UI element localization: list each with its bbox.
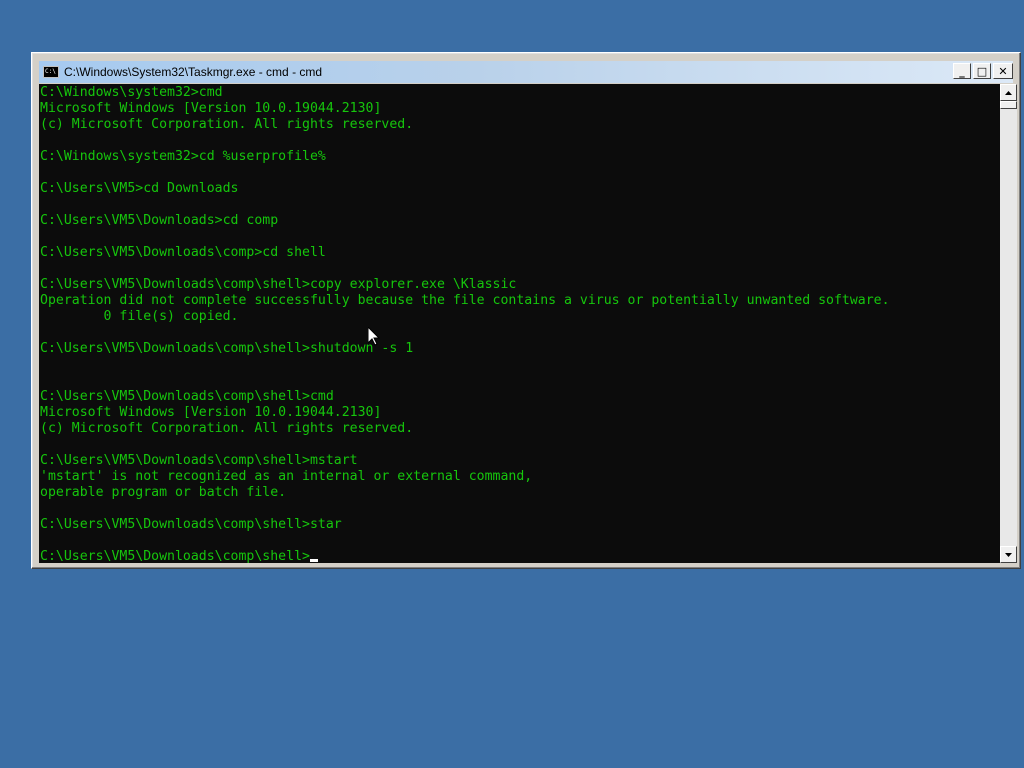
console-line: C:\Users\VM5\Downloads>cd comp [40, 213, 279, 228]
console-line: 'mstart' is not recognized as an interna… [40, 469, 533, 484]
console-line: C:\Users\VM5\Downloads\comp\shell>shutdo… [40, 341, 414, 356]
console-line: C:\Users\VM5>cd Downloads [40, 181, 239, 196]
title-bar[interactable]: C:\ C:\Windows\System32\Taskmgr.exe - cm… [39, 61, 1013, 83]
console-prompt: C:\Users\VM5\Downloads\comp\shell> [40, 549, 310, 563]
console-line: C:\Windows\system32>cmd [40, 85, 223, 100]
console-line: C:\Users\VM5\Downloads\comp\shell>cmd [40, 389, 334, 404]
scroll-down-arrow-icon [1005, 552, 1012, 557]
maximize-icon: □ [976, 64, 988, 78]
console-line: Operation did not complete successfully … [40, 293, 890, 308]
console-line: C:\Users\VM5\Downloads\comp\shell>star [40, 517, 342, 532]
console-line: C:\Users\VM5\Downloads\comp\shell>mstart [40, 453, 358, 468]
cmd-icon: C:\ [43, 66, 59, 78]
scroll-up-arrow-icon [1005, 90, 1012, 95]
console-line: (c) Microsoft Corporation. All rights re… [40, 421, 414, 436]
close-icon: ✕ [998, 64, 1008, 78]
console-output[interactable]: C:\Windows\system32>cmd Microsoft Window… [39, 84, 1000, 563]
console-window[interactable]: C:\ C:\Windows\System32\Taskmgr.exe - cm… [31, 52, 1021, 569]
scroll-thumb[interactable] [1000, 101, 1017, 109]
console-line: C:\Users\VM5\Downloads\comp\shell>copy e… [40, 277, 517, 292]
minimize-button[interactable]: _ [953, 63, 971, 79]
scroll-down-button[interactable] [1000, 546, 1017, 563]
console-line: Microsoft Windows [Version 10.0.19044.21… [40, 405, 382, 420]
window-title: C:\Windows\System32\Taskmgr.exe - cmd - … [64, 65, 323, 79]
minimize-icon: _ [959, 64, 965, 78]
console-line: Microsoft Windows [Version 10.0.19044.21… [40, 101, 382, 116]
scroll-up-button[interactable] [1000, 84, 1017, 101]
mouse-pointer-icon [368, 327, 380, 346]
console-text: C:\Windows\system32>cmd Microsoft Window… [39, 84, 1000, 563]
console-history: C:\Windows\system32>cmd Microsoft Window… [40, 85, 890, 532]
console-line: 0 file(s) copied. [103, 309, 239, 324]
console-line: operable program or batch file. [40, 485, 287, 500]
text-cursor [309, 559, 318, 562]
console-line: C:\Windows\system32>cd %userprofile% [40, 149, 326, 164]
vertical-scrollbar[interactable] [1000, 84, 1017, 563]
console-line: C:\Users\VM5\Downloads\comp>cd shell [40, 245, 326, 260]
console-line: (c) Microsoft Corporation. All rights re… [40, 117, 414, 132]
title-bar-buttons: _ □ ✕ [953, 63, 1013, 79]
close-button[interactable]: ✕ [993, 63, 1013, 79]
maximize-button[interactable]: □ [973, 63, 991, 79]
